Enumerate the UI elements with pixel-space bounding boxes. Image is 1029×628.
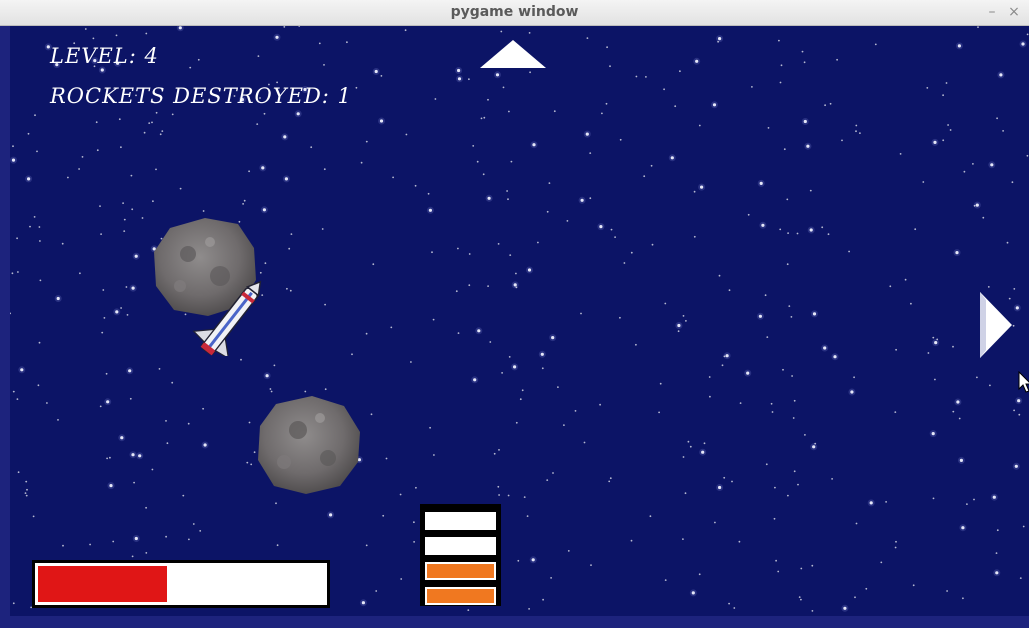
arrow-right-icon[interactable] [978, 292, 1012, 358]
game-canvas[interactable]: LEVEL: 4 ROCKETS DESTROYED: 1 [0, 26, 1029, 628]
minimize-button[interactable]: – [983, 3, 1001, 21]
ammo-slot-empty [425, 512, 496, 530]
close-button[interactable]: × [1005, 3, 1023, 21]
ammo-slot-loaded [425, 562, 496, 580]
health-bar-fill [38, 566, 167, 602]
starfield-background [10, 26, 1029, 612]
ammo-indicator [420, 504, 501, 606]
player-rocket [192, 280, 262, 356]
title-bar[interactable]: pygame window – × [0, 0, 1029, 26]
screen-frame-bottom [0, 616, 1029, 628]
arrow-up-icon[interactable] [480, 40, 546, 70]
screen-frame-left [0, 26, 10, 628]
health-bar [32, 560, 330, 608]
ammo-slot-loaded [425, 587, 496, 605]
game-window: pygame window – × LEVEL: 4 ROCKETS DESTR… [0, 0, 1029, 628]
asteroid [258, 396, 360, 494]
mouse-cursor-icon [1018, 371, 1029, 393]
level-indicator: LEVEL: 4 [50, 44, 159, 68]
rockets-destroyed-counter: ROCKETS DESTROYED: 1 [50, 84, 352, 108]
window-title: pygame window [450, 4, 579, 20]
ammo-slot-empty [425, 537, 496, 555]
